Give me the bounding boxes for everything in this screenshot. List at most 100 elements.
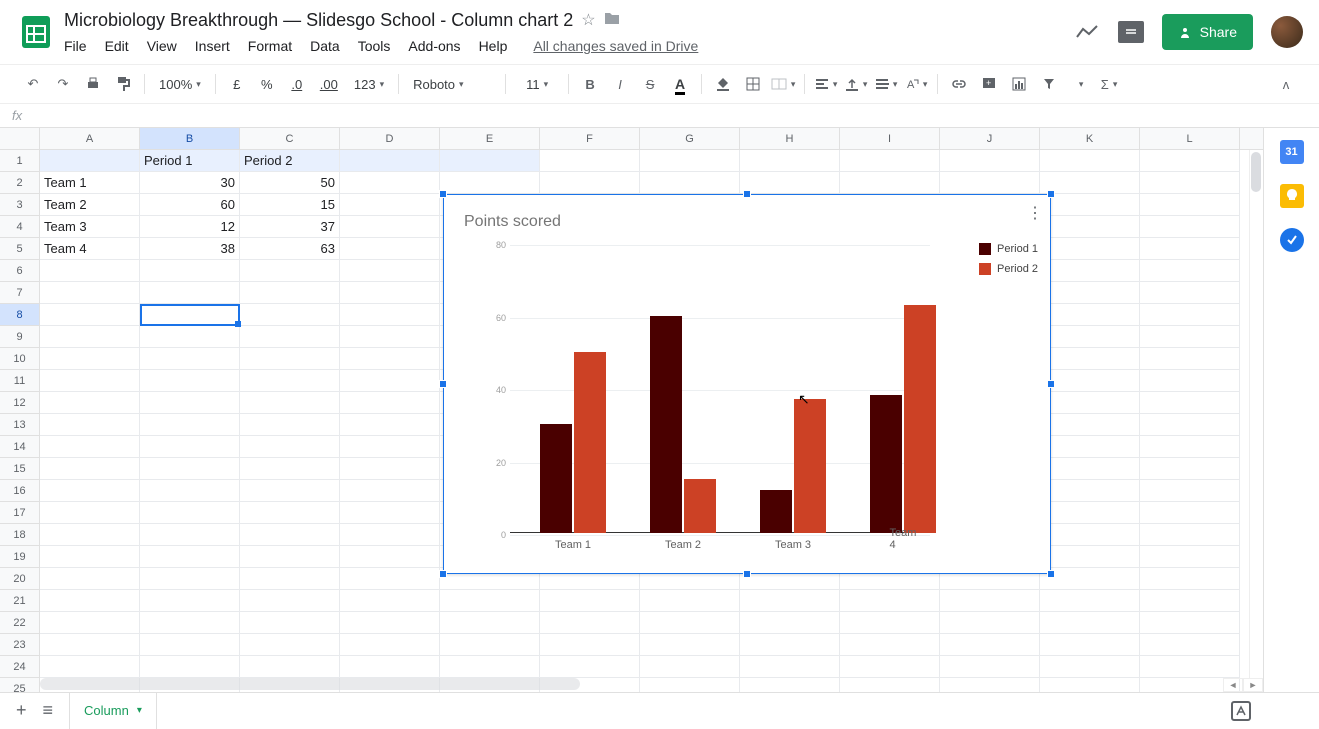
cell[interactable] [340,546,440,568]
cell[interactable] [140,326,240,348]
cell[interactable] [340,524,440,546]
cell[interactable] [240,524,340,546]
row-header[interactable]: 11 [0,370,40,392]
cell[interactable] [40,414,140,436]
cell[interactable] [940,678,1040,692]
doc-title[interactable]: Microbiology Breakthrough — Slidesgo Sch… [64,10,573,31]
select-all-corner[interactable] [0,128,40,149]
cell[interactable] [1140,612,1240,634]
row-header[interactable]: 4 [0,216,40,238]
filter-views-button[interactable] [1066,71,1092,97]
cell[interactable] [40,634,140,656]
menu-format[interactable]: Format [248,38,292,54]
calendar-icon[interactable]: 31 [1280,140,1304,164]
filter-button[interactable] [1036,71,1062,97]
cell[interactable] [1040,458,1140,480]
bar[interactable] [794,399,826,533]
bar[interactable] [684,479,716,533]
row-header[interactable]: 7 [0,282,40,304]
bar[interactable] [540,424,572,533]
cell[interactable] [40,656,140,678]
cell[interactable] [940,612,1040,634]
legend-item[interactable]: Period 1 [979,243,1038,255]
merge-cells-button[interactable] [770,71,796,97]
cell[interactable] [1040,260,1140,282]
sheet-tab[interactable]: Column ▾ [69,693,157,729]
cell[interactable] [440,150,540,172]
undo-button[interactable]: ↶ [20,71,46,97]
bold-button[interactable]: B [577,71,603,97]
row-header[interactable]: 21 [0,590,40,612]
cell[interactable] [940,656,1040,678]
cell[interactable] [340,238,440,260]
row-header[interactable]: 3 [0,194,40,216]
cell[interactable] [1140,656,1240,678]
explore-button[interactable] [1223,693,1259,729]
cell[interactable] [340,304,440,326]
menu-help[interactable]: Help [479,38,508,54]
italic-button[interactable]: I [607,71,633,97]
cell[interactable] [1140,502,1240,524]
cell[interactable] [1040,502,1140,524]
bar-group[interactable] [870,305,936,533]
increase-decimal-button[interactable]: .00 [314,71,344,97]
cell[interactable] [940,634,1040,656]
cell[interactable] [1140,480,1240,502]
cell[interactable] [640,150,740,172]
menu-data[interactable]: Data [310,38,340,54]
cell[interactable] [640,612,740,634]
borders-button[interactable] [740,71,766,97]
cell[interactable] [1040,568,1140,590]
cell[interactable] [40,590,140,612]
cell[interactable] [1140,260,1240,282]
row-header[interactable]: 10 [0,348,40,370]
row-header[interactable]: 24 [0,656,40,678]
row-header[interactable]: 6 [0,260,40,282]
chart-resize-handle[interactable] [1047,190,1055,198]
cell[interactable] [1140,458,1240,480]
cell[interactable] [240,656,340,678]
cell[interactable]: Team 2 [40,194,140,216]
menu-file[interactable]: File [64,38,87,54]
cell[interactable]: 37 [240,216,340,238]
menu-edit[interactable]: Edit [105,38,129,54]
cell[interactable] [1140,326,1240,348]
cell[interactable] [340,436,440,458]
cell[interactable] [240,304,340,326]
cell[interactable] [140,282,240,304]
cell[interactable] [40,282,140,304]
cell[interactable] [440,656,540,678]
cell[interactable] [1040,370,1140,392]
cell[interactable] [1140,392,1240,414]
chart-resize-handle[interactable] [439,190,447,198]
cell[interactable] [440,612,540,634]
cell[interactable] [540,590,640,612]
cell[interactable] [1040,678,1140,692]
cell[interactable] [140,458,240,480]
cell[interactable] [40,436,140,458]
cell[interactable] [540,634,640,656]
row-header[interactable]: 15 [0,458,40,480]
row-header[interactable]: 2 [0,172,40,194]
cell[interactable] [140,590,240,612]
cell[interactable] [540,656,640,678]
cell[interactable] [740,678,840,692]
cell[interactable] [640,656,740,678]
row-header[interactable]: 1 [0,150,40,172]
cell[interactable] [1140,590,1240,612]
cell[interactable] [1040,436,1140,458]
cell[interactable] [1040,194,1140,216]
bar-group[interactable] [540,352,606,533]
cell[interactable] [1140,150,1240,172]
print-button[interactable] [80,71,106,97]
cell[interactable] [340,172,440,194]
sheets-logo-icon[interactable] [16,12,56,52]
cell[interactable]: 60 [140,194,240,216]
col-header-J[interactable]: J [940,128,1040,149]
keep-icon[interactable] [1280,184,1304,208]
cell[interactable] [140,480,240,502]
cell[interactable] [40,150,140,172]
col-header-H[interactable]: H [740,128,840,149]
cell[interactable] [1140,304,1240,326]
cell[interactable] [640,678,740,692]
